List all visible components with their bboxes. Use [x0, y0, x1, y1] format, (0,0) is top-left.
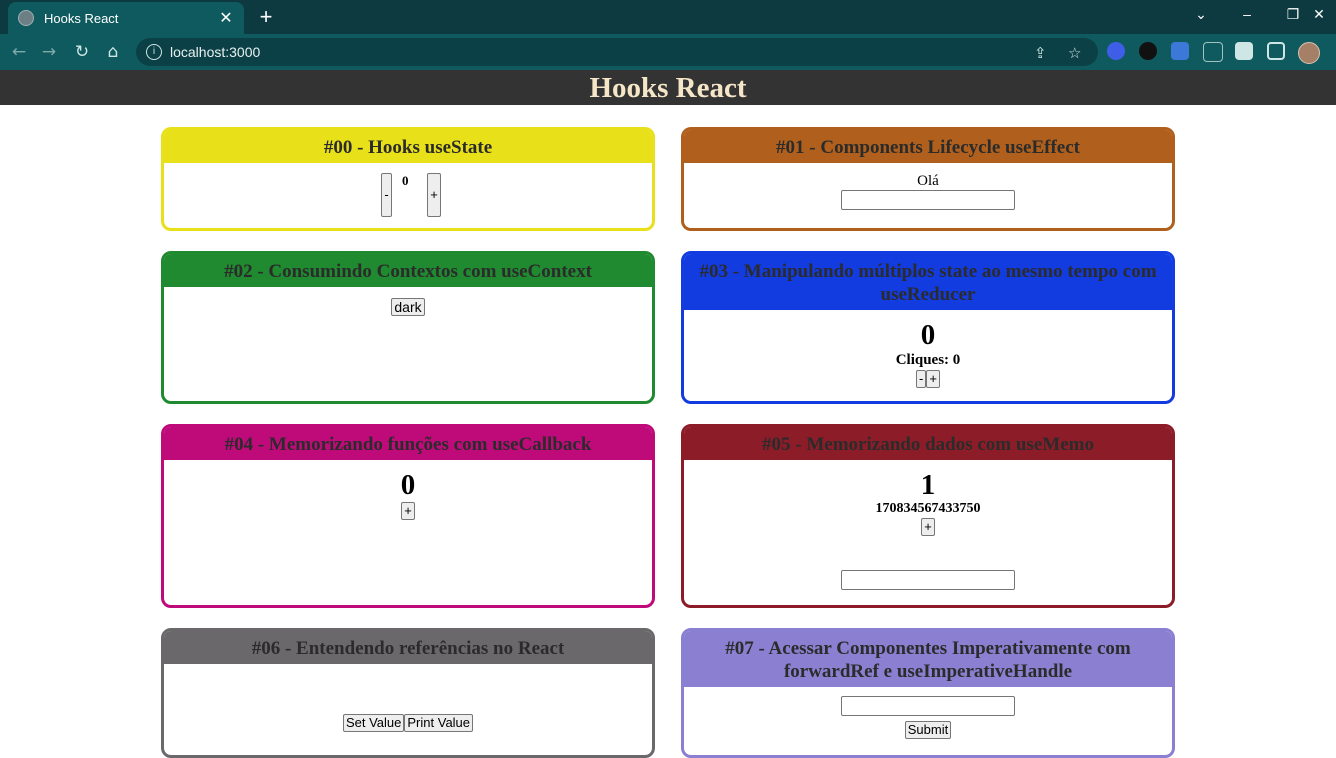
card-title: #07 - Acessar Componentes Imperativament…	[684, 631, 1172, 687]
decrement-button[interactable]: -	[916, 370, 927, 388]
theme-toggle-button[interactable]: dark	[391, 298, 425, 316]
card-usestate: #00 - Hooks useState - 0 +	[161, 127, 655, 231]
tab-title: Hooks React	[44, 10, 119, 26]
print-value-button[interactable]: Print Value	[404, 714, 474, 732]
minimize-button[interactable]: –	[1237, 6, 1257, 22]
greeting-text: Olá	[917, 173, 939, 189]
extension-monitor-icon[interactable]	[1139, 42, 1157, 60]
tab-close-icon[interactable]: ✕	[216, 8, 236, 28]
profile-avatar[interactable]	[1298, 42, 1320, 64]
increment-button[interactable]: +	[926, 370, 940, 388]
card-useeffect: #01 - Components Lifecycle useEffect Olá	[681, 127, 1175, 231]
text-input[interactable]	[841, 570, 1015, 590]
new-tab-button[interactable]: +	[256, 4, 276, 30]
card-usecontext: #02 - Consumindo Contextos com useContex…	[161, 251, 655, 404]
extension-react-icon[interactable]	[1107, 42, 1125, 60]
browser-tab-bar: Hooks React ✕ + ⌄ – ❐ ✕	[0, 0, 1336, 34]
card-title: #00 - Hooks useState	[164, 130, 652, 163]
card-usereducer: #03 - Manipulando múltiplos state ao mes…	[681, 251, 1175, 404]
page-header: Hooks React	[0, 70, 1336, 105]
browser-tab[interactable]: Hooks React ✕	[8, 2, 244, 34]
card-title: #01 - Components Lifecycle useEffect	[684, 130, 1172, 163]
address-bar[interactable]: i localhost:3000 ⇪ ☆	[136, 38, 1098, 66]
extension-translate-icon[interactable]	[1171, 42, 1189, 60]
increment-button[interactable]: +	[427, 173, 441, 217]
card-title: #04 - Memorizando funções com useCallbac…	[164, 427, 652, 460]
page-title: Hooks React	[589, 72, 747, 104]
card-title: #03 - Manipulando múltiplos state ao mes…	[684, 254, 1172, 310]
card-useref: #06 - Entendendo referências no React Se…	[161, 628, 655, 758]
close-window-button[interactable]: ✕	[1309, 6, 1329, 23]
submit-button[interactable]: Submit	[904, 721, 952, 739]
reload-icon[interactable]: ↻	[71, 41, 93, 63]
text-input[interactable]	[841, 696, 1015, 716]
callback-value: 0	[400, 469, 416, 501]
extensions-puzzle-icon[interactable]	[1235, 42, 1253, 60]
url-text: localhost:3000	[170, 44, 261, 60]
increment-button[interactable]: +	[921, 518, 935, 536]
card-title: #05 - Memorizando dados com useMemo	[684, 427, 1172, 460]
forward-icon[interactable]: →	[38, 41, 60, 63]
restore-button[interactable]: ❐	[1283, 6, 1303, 23]
tab-search-icon[interactable]: ⌄	[1191, 6, 1211, 23]
card-useimperativehandle: #07 - Acessar Componentes Imperativament…	[681, 628, 1175, 758]
decrement-button[interactable]: -	[381, 173, 392, 217]
card-title: #02 - Consumindo Contextos com useContex…	[164, 254, 652, 287]
set-value-button[interactable]: Set Value	[342, 714, 405, 732]
side-panel-icon[interactable]	[1267, 42, 1285, 60]
card-usememo: #05 - Memorizando dados com useMemo 1 17…	[681, 424, 1175, 608]
browser-toolbar: ← → ↻ ⌂ i localhost:3000 ⇪ ☆	[0, 34, 1336, 71]
card-usecallback: #04 - Memorizando funções com useCallbac…	[161, 424, 655, 608]
increment-button[interactable]: +	[401, 502, 415, 520]
card-title: #06 - Entendendo referências no React	[164, 631, 652, 664]
back-icon[interactable]: ←	[8, 41, 30, 63]
site-info-icon[interactable]: i	[146, 44, 162, 60]
extension-code-icon[interactable]	[1203, 42, 1223, 62]
reducer-value: 0	[920, 319, 936, 351]
home-icon[interactable]: ⌂	[102, 41, 124, 63]
memo-result: 170834567433750	[875, 501, 981, 516]
share-icon[interactable]: ⇪	[1034, 44, 1047, 62]
memo-count: 1	[920, 469, 936, 501]
text-input[interactable]	[841, 190, 1015, 210]
counter-value: 0	[402, 173, 409, 188]
react-favicon-icon	[18, 10, 34, 26]
clicks-count: Cliques: 0	[895, 352, 961, 368]
bookmark-star-icon[interactable]: ☆	[1068, 44, 1081, 62]
